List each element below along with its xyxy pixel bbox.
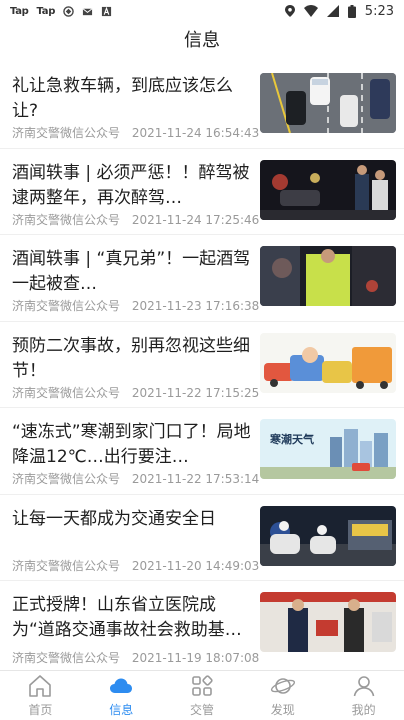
tab-info[interactable]: 信息 [81,671,162,720]
news-thumbnail [260,332,396,393]
tab-label: 我的 [351,703,376,717]
news-source: 济南交警微信公众号 [12,385,121,400]
news-list[interactable]: 礼让急救车辆，到底应该怎么让? 济南交警微信公众号 2021-11-24 16:… [0,62,404,670]
news-meta: 济南交警微信公众号 2021-11-23 17:16:38 [12,297,259,314]
status-app-tag: Tap [36,5,56,17]
news-item[interactable]: 酒闻轶事 | “真兄弟”！一起酒驾一起被查… 济南交警微信公众号 2021-11… [0,235,404,322]
news-title: “速冻式”寒潮到家门口了！局地降温12℃…出行要注… [12,422,251,467]
news-thumbnail [260,159,396,220]
status-left: Tap Tap [10,6,112,17]
bottom-tab-bar: 首页 信息 交管 发现 我的 [0,670,404,720]
mail-icon [82,7,93,15]
news-time: 2021-11-22 17:15:25 [131,385,260,400]
news-time: 2021-11-20 14:49:03 [131,558,260,573]
status-app-tag: Tap [10,5,29,17]
thumb-cold-wave-title: 寒潮天气 [269,432,314,446]
news-time: 2021-11-22 17:53:14 [131,472,260,486]
battery-icon [347,4,356,18]
news-time: 2021-11-19 18:07:08 [131,651,260,665]
page-title: 信息 [184,30,220,51]
news-source: 济南交警微信公众号 [12,126,121,140]
status-bar: Tap Tap 5:23 [0,0,404,22]
news-thumbnail [260,505,396,566]
location-icon [284,5,295,17]
news-item[interactable]: 正式授牌！山东省立医院成为“道路交通事故社会救助基… 济南交警微信公众号 202… [0,581,404,670]
news-thumbnail [260,246,396,306]
news-item[interactable]: 酒闻轶事 | 必须严惩！！醉驾被逮两整年，再次醉驾… 济南交警微信公众号 202… [0,149,404,235]
news-source: 济南交警微信公众号 [12,558,121,573]
cloud-icon [110,678,133,693]
news-title: 酒闻轶事 | “真兄弟”！一起酒驾一起被查… [12,249,251,294]
news-meta: 济南交警微信公众号 2021-11-24 17:25:46 [12,211,259,228]
status-time: 5:23 [364,3,394,19]
news-meta: 济南交警微信公众号 2021-11-19 18:07:08 [12,649,259,666]
news-meta: 济南交警微信公众号 2021-11-22 17:53:14 [12,470,259,487]
news-source: 济南交警微信公众号 [12,299,121,313]
news-thumbnail: 寒潮天气 [260,419,396,479]
app-a-icon [102,6,112,16]
tab-label: 发现 [270,703,295,717]
wifi-icon [303,5,318,17]
sync-icon [63,5,74,17]
tab-label: 首页 [28,703,53,717]
news-item[interactable]: “速冻式”寒潮到家门口了！局地降温12℃…出行要注… 济南交警微信公众号 202… [0,408,404,495]
news-source: 济南交警微信公众号 [12,651,121,665]
status-right: 5:23 [284,3,394,19]
news-item[interactable]: 让每一天都成为交通安全日 济南交警微信公众号 2021-11-20 14:49:… [0,495,404,581]
tab-traffic[interactable]: 交管 [162,671,243,720]
tab-mine[interactable]: 我的 [323,671,404,720]
user-icon [353,676,374,697]
news-time: 2021-11-24 17:25:46 [131,212,260,227]
planet-icon [270,678,295,694]
news-meta: 济南交警微信公众号 2021-11-24 16:54:43 [12,124,259,141]
news-time: 2021-11-24 16:54:43 [131,126,260,140]
tab-label: 交管 [189,703,214,717]
news-title: 酒闻轶事 | 必须严惩！！醉驾被逮两整年，再次醉驾… [12,162,250,208]
news-item[interactable]: 礼让急救车辆，到底应该怎么让? 济南交警微信公众号 2021-11-24 16:… [0,62,404,149]
news-title: 让每一天都成为交通安全日 [12,508,216,529]
news-title: 预防二次事故，别再忽视这些细节！ [12,335,250,381]
news-time: 2021-11-23 17:16:38 [131,299,260,313]
news-source: 济南交警微信公众号 [12,472,121,486]
news-meta: 济南交警微信公众号 2021-11-20 14:49:03 [12,557,259,574]
signal-icon [326,5,339,17]
grid-icon [192,675,213,696]
home-icon [29,675,52,697]
news-source: 济南交警微信公众号 [12,212,121,227]
news-title: 正式授牌！山东省立医院成为“道路交通事故社会救助基… [12,595,242,640]
news-meta: 济南交警微信公众号 2021-11-22 17:15:25 [12,384,259,401]
news-title: 礼让急救车辆，到底应该怎么让? [12,76,233,121]
tab-label: 信息 [109,703,134,717]
news-item[interactable]: 预防二次事故，别再忽视这些细节！ 济南交警微信公众号 2021-11-22 17… [0,322,404,408]
news-thumbnail [260,73,396,133]
tab-discover[interactable]: 发现 [242,671,323,720]
news-thumbnail [260,592,396,652]
tab-home[interactable]: 首页 [0,671,81,720]
